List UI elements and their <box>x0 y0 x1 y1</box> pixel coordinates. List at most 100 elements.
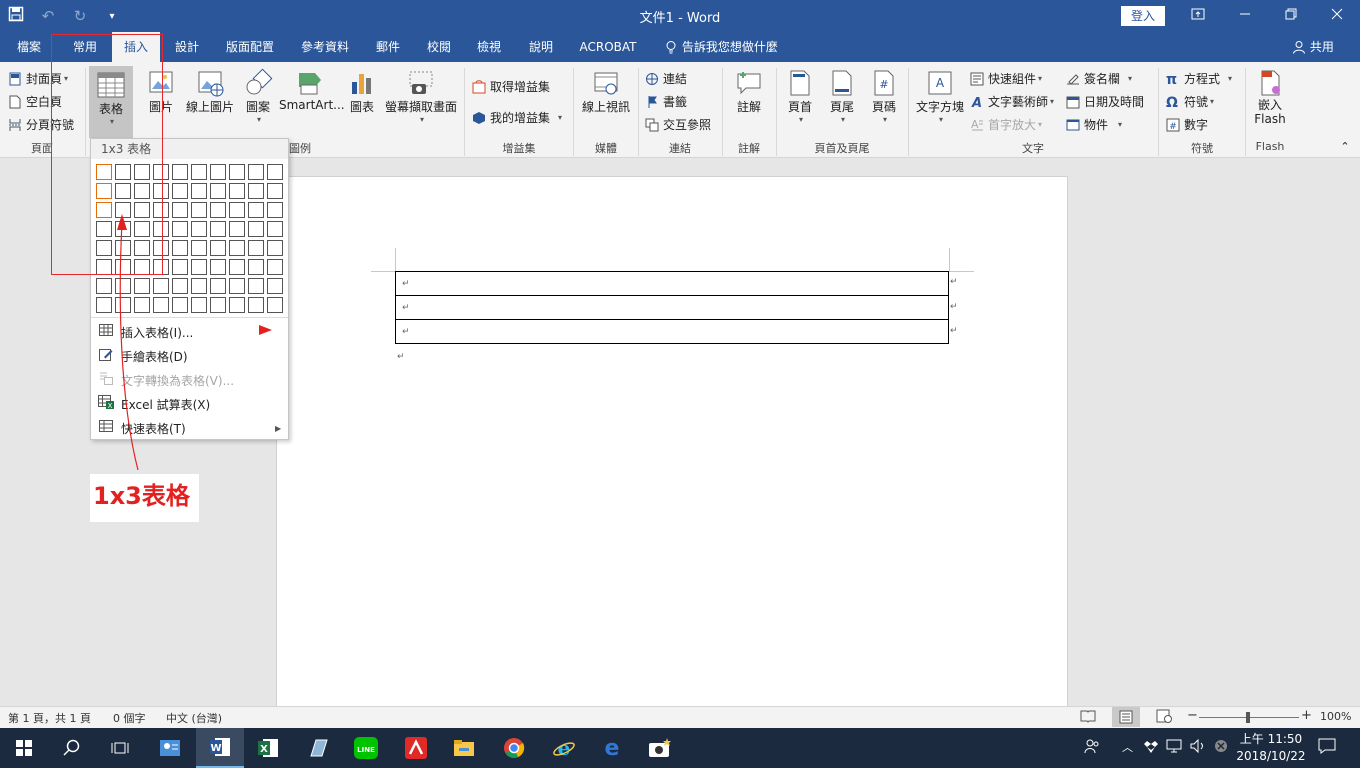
table-grid-cell[interactable] <box>191 240 207 256</box>
ribbon-display-options-icon[interactable] <box>1175 0 1221 32</box>
my-addins-button[interactable]: 我的增益集 ▾ <box>472 109 562 126</box>
table-cell[interactable]: ↵ <box>395 271 949 296</box>
table-grid-cell[interactable] <box>96 164 112 180</box>
menu-item-quick-tables[interactable]: 快速表格(T) ▶ <box>91 416 288 440</box>
table-grid-cell[interactable] <box>210 202 226 218</box>
object-button[interactable]: 物件 ▾ <box>1066 116 1122 133</box>
table-grid-cell[interactable] <box>153 221 169 237</box>
table-grid-cell[interactable] <box>248 278 264 294</box>
table-grid-cell[interactable] <box>172 221 188 237</box>
page-number-button[interactable]: # 頁碼 ▾ <box>866 68 902 124</box>
table-grid-cell[interactable] <box>229 278 245 294</box>
table-grid-cell[interactable] <box>115 278 131 294</box>
online-picture-button[interactable]: 線上圖片 <box>182 68 238 115</box>
cover-page-button[interactable]: 封面頁 ▾ <box>8 70 68 87</box>
table-grid-cell[interactable] <box>210 297 226 313</box>
symbol-button[interactable]: Ω 符號 ▾ <box>1166 93 1214 111</box>
table-grid-cell[interactable] <box>172 164 188 180</box>
close-icon[interactable] <box>1314 0 1360 32</box>
page-count[interactable]: 第 1 頁，共 1 頁 <box>8 710 91 726</box>
menu-item-convert-text-to-table[interactable]: 文字轉換為表格(V)... <box>91 368 288 392</box>
bookmark-button[interactable]: 書籤 <box>645 93 687 110</box>
tab-design[interactable]: 設計 <box>164 32 210 62</box>
language-indicator[interactable]: 中文 (台灣) <box>166 710 222 726</box>
table-grid-cell[interactable] <box>153 297 169 313</box>
drop-cap-button[interactable]: A 首字放大 ▾ <box>970 116 1042 133</box>
notes-app-icon[interactable] <box>294 728 342 768</box>
table-grid-cell[interactable] <box>191 297 207 313</box>
customize-qat-icon[interactable]: ▾ <box>96 11 128 22</box>
table-grid-cell[interactable] <box>248 221 264 237</box>
picture-button[interactable]: 圖片 <box>142 68 180 115</box>
table-grid-cell[interactable] <box>229 202 245 218</box>
table-grid-cell[interactable] <box>115 259 131 275</box>
table-grid-cell[interactable] <box>191 259 207 275</box>
task-view-icon[interactable] <box>96 728 144 768</box>
textbox-button[interactable]: A 文字方塊 ▾ <box>914 68 966 124</box>
table-grid-cell[interactable] <box>134 202 150 218</box>
file-explorer-icon[interactable] <box>440 728 488 768</box>
table-grid-cell[interactable] <box>267 164 283 180</box>
table-grid-cell[interactable] <box>134 278 150 294</box>
table-grid-cell[interactable] <box>210 240 226 256</box>
wordart-button[interactable]: A 文字藝術師 ▾ <box>970 93 1054 111</box>
table-grid-cell[interactable] <box>267 297 283 313</box>
table-grid-cell[interactable] <box>153 202 169 218</box>
avira-app-icon[interactable] <box>392 728 440 768</box>
date-time-button[interactable]: 日期及時間 <box>1066 93 1144 110</box>
restore-icon[interactable] <box>1268 0 1314 32</box>
chrome-icon[interactable] <box>490 728 538 768</box>
table-grid-cell[interactable] <box>267 202 283 218</box>
table-grid-cell[interactable] <box>172 202 188 218</box>
header-button[interactable]: 頁首 ▾ <box>782 68 818 124</box>
tab-home[interactable]: 常用 <box>62 32 108 62</box>
table-grid-cell[interactable] <box>172 259 188 275</box>
table-grid-cell[interactable] <box>267 278 283 294</box>
table-grid-cell[interactable] <box>267 240 283 256</box>
signature-line-button[interactable]: 簽名欄 ▾ <box>1066 70 1132 87</box>
table-grid-cell[interactable] <box>96 278 112 294</box>
table-grid-cell[interactable] <box>153 183 169 199</box>
show-hidden-icons-icon[interactable]: ︿ <box>1122 728 1133 768</box>
table-grid-cell[interactable] <box>267 221 283 237</box>
word-count[interactable]: 0 個字 <box>113 710 146 726</box>
table-grid-cell[interactable] <box>172 297 188 313</box>
minimize-icon[interactable] <box>1222 0 1268 32</box>
table-grid-cell[interactable] <box>115 297 131 313</box>
volume-icon[interactable] <box>1190 728 1206 768</box>
table-grid-cell[interactable] <box>172 183 188 199</box>
tell-me-search[interactable]: 告訴我您想做什麼 <box>664 32 778 62</box>
internet-explorer-icon[interactable]: e <box>540 728 588 768</box>
web-layout-icon[interactable] <box>1156 709 1172 726</box>
tab-references[interactable]: 參考資料 <box>292 32 358 62</box>
table-button[interactable]: 表格 ▾ <box>89 66 133 138</box>
footer-button[interactable]: 頁尾 ▾ <box>824 68 860 124</box>
excel-taskbar-icon[interactable]: X <box>244 728 292 768</box>
table-grid-cell[interactable] <box>229 183 245 199</box>
line-app-icon[interactable]: LINE <box>342 728 390 768</box>
table-grid-cell[interactable] <box>96 240 112 256</box>
document-table[interactable]: ↵ ↵ ↵ <box>395 271 949 344</box>
chart-button[interactable]: 圖表 <box>345 68 379 115</box>
zoom-level[interactable]: 100% <box>1320 710 1351 723</box>
table-grid-cell[interactable] <box>191 183 207 199</box>
zoom-slider-thumb[interactable] <box>1246 712 1250 723</box>
table-grid-cell[interactable] <box>191 221 207 237</box>
table-grid-cell[interactable] <box>229 297 245 313</box>
document-page[interactable]: ↵ ↵ ↵ ↵ ↵ ↵ ↵ <box>276 176 1068 716</box>
table-grid-cell[interactable] <box>210 221 226 237</box>
table-grid-cell[interactable] <box>248 164 264 180</box>
embed-flash-button[interactable]: 嵌入 Flash <box>1250 68 1290 126</box>
menu-item-draw-table[interactable]: 手繪表格(D) <box>91 344 288 368</box>
people-icon[interactable] <box>1084 728 1100 768</box>
share-button[interactable]: 共用 <box>1292 32 1334 62</box>
table-grid-cell[interactable] <box>210 259 226 275</box>
quick-parts-button[interactable]: 快速組件 ▾ <box>970 70 1042 87</box>
table-grid-cell[interactable] <box>210 183 226 199</box>
table-grid-cell[interactable] <box>248 259 264 275</box>
table-grid-cell[interactable] <box>96 297 112 313</box>
tab-acrobat[interactable]: ACROBAT <box>572 32 644 62</box>
table-grid-cell[interactable] <box>248 183 264 199</box>
table-grid-cell[interactable] <box>134 240 150 256</box>
table-grid-cell[interactable] <box>229 164 245 180</box>
